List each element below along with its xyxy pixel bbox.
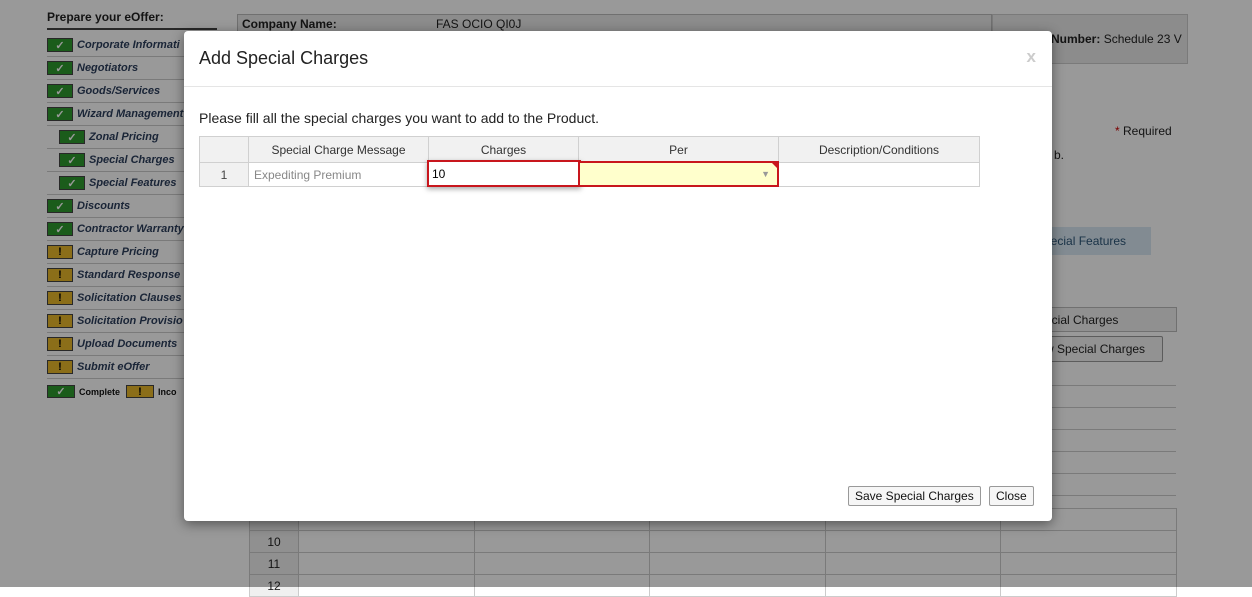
description-cell[interactable] — [778, 162, 980, 187]
row-number-header — [199, 136, 249, 163]
dropdown-arrow-icon[interactable]: ▼ — [761, 169, 770, 179]
add-special-charges-dialog: Add Special Charges x Please fill all th… — [184, 31, 1052, 521]
dialog-header: Add Special Charges x — [184, 31, 1052, 87]
column-header-per[interactable]: Per — [578, 136, 779, 163]
per-cell: ▼ — [578, 161, 779, 187]
per-select[interactable]: ▼ — [578, 161, 779, 187]
charges-input[interactable] — [427, 160, 581, 187]
column-header-message[interactable]: Special Charge Message — [248, 136, 429, 163]
column-header-description[interactable]: Description/Conditions — [778, 136, 980, 163]
grid-header-row: Special Charge Message Charges Per Descr… — [199, 136, 980, 163]
column-header-charges[interactable]: Charges — [428, 136, 579, 163]
charges-cell — [427, 160, 581, 187]
special-charges-grid: Special Charge Message Charges Per Descr… — [199, 136, 980, 187]
validation-error-marker — [771, 162, 778, 169]
instruction-text: Please fill all the special charges you … — [199, 110, 600, 126]
row-number: 1 — [199, 162, 249, 187]
dialog-title: Add Special Charges — [199, 48, 369, 68]
close-button[interactable]: Close — [989, 486, 1034, 506]
special-charge-message-cell: Expediting Premium — [248, 162, 429, 187]
save-special-charges-button[interactable]: Save Special Charges — [848, 486, 981, 506]
table-row: 1 Expediting Premium ▼ — [199, 160, 980, 187]
close-icon[interactable]: x — [1027, 47, 1036, 67]
